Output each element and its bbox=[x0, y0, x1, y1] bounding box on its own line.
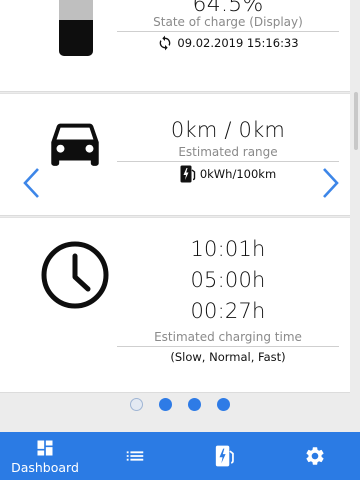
page-indicator bbox=[0, 398, 360, 411]
clock-icon bbox=[41, 241, 109, 309]
range-card: 0km / 0km Estimated range 0kWh/100km bbox=[0, 93, 350, 216]
soc-card: 64.5% State of charge (Display) 09.02.20… bbox=[0, 0, 350, 92]
charging-time-label: Estimated charging time bbox=[154, 330, 302, 344]
charging-time-slow: 10:01h bbox=[190, 237, 266, 261]
page-dot[interactable] bbox=[217, 398, 230, 411]
refresh-icon[interactable] bbox=[157, 35, 173, 51]
charging-time-fast: 00:27h bbox=[190, 299, 266, 323]
range-divider bbox=[117, 161, 339, 162]
list-icon bbox=[126, 451, 144, 461]
ev-charger-icon bbox=[180, 165, 196, 183]
charging-modes: (Slow, Normal, Fast) bbox=[170, 350, 286, 364]
consumption-value: 0kWh/100km bbox=[199, 167, 277, 181]
soc-updated-time: 09.02.2019 15:16:33 bbox=[177, 36, 299, 50]
tab-dashboard-label: Dashboard bbox=[11, 459, 79, 475]
range-value: 0km / 0km bbox=[170, 118, 286, 142]
range-label: Estimated range bbox=[178, 145, 278, 159]
tab-settings[interactable] bbox=[270, 432, 360, 480]
soc-updated-row: 09.02.2019 15:16:33 bbox=[117, 35, 339, 51]
previous-arrow-icon[interactable] bbox=[20, 166, 44, 200]
battery-fill bbox=[59, 19, 93, 56]
charging-time-card: 10:01h 05:00h 00:27h Estimated charging … bbox=[0, 217, 350, 393]
car-icon bbox=[51, 123, 99, 166]
scrollbar-thumb[interactable] bbox=[354, 92, 358, 150]
gear-icon bbox=[306, 447, 324, 465]
dashboard-icon bbox=[37, 440, 53, 455]
page-dot[interactable] bbox=[130, 398, 143, 411]
soc-divider bbox=[117, 31, 339, 32]
consumption-row: 0kWh/100km bbox=[117, 165, 339, 183]
bottom-navigation: Dashboard bbox=[0, 432, 360, 480]
page-dot[interactable] bbox=[188, 398, 201, 411]
soc-label: State of charge (Display) bbox=[153, 15, 303, 29]
charging-divider bbox=[117, 346, 339, 347]
ev-station-icon bbox=[215, 445, 234, 467]
tab-list[interactable] bbox=[90, 432, 180, 480]
tab-charging[interactable] bbox=[180, 432, 270, 480]
tab-dashboard[interactable]: Dashboard bbox=[0, 432, 90, 480]
page-dot[interactable] bbox=[159, 398, 172, 411]
battery-gauge bbox=[59, 0, 93, 56]
charging-time-normal: 05:00h bbox=[190, 268, 266, 292]
app-screen: 64.5% State of charge (Display) 09.02.20… bbox=[0, 0, 360, 480]
